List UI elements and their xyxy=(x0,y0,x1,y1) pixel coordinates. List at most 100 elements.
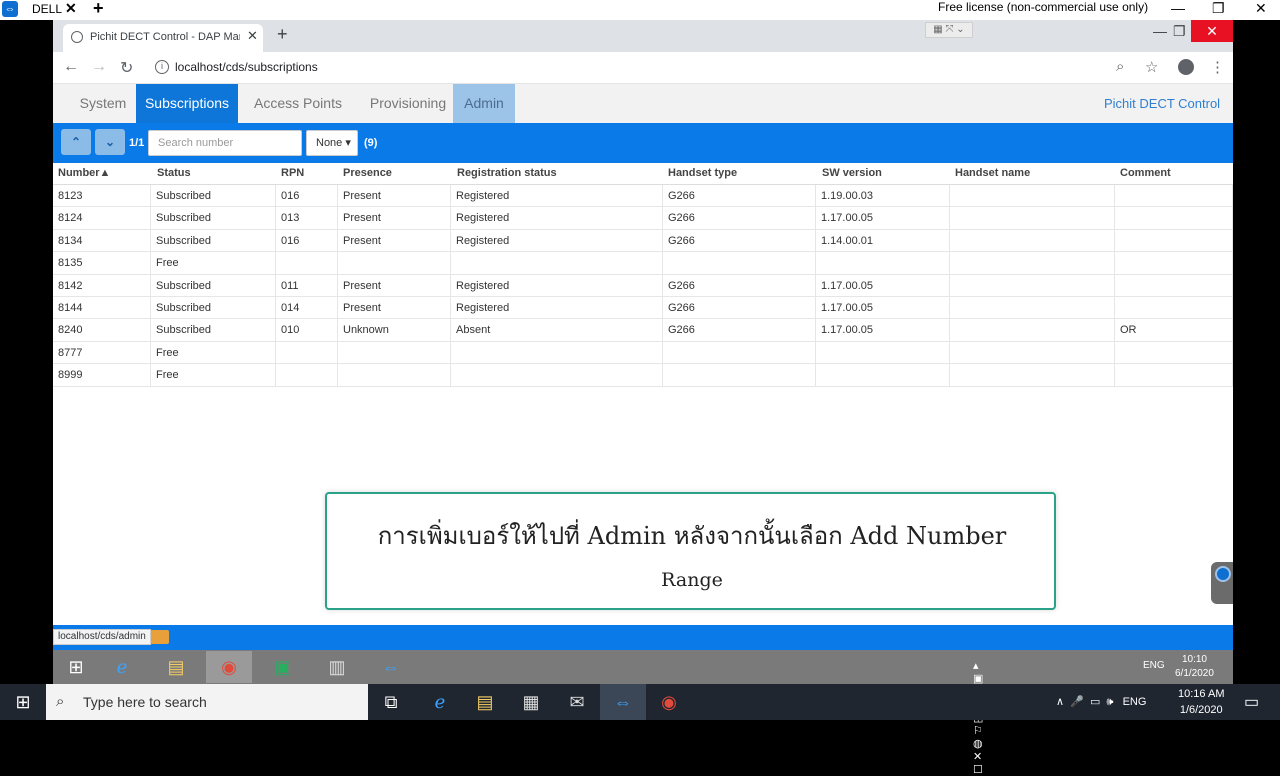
remote-panel-handle[interactable] xyxy=(1211,562,1233,604)
table-row[interactable]: 8123 Subscribed 016 Present Registered G266 1.… xyxy=(53,185,1233,208)
star-icon[interactable]: ☆ xyxy=(1145,58,1158,76)
reload-icon[interactable]: ↻ xyxy=(120,58,133,78)
globe-icon xyxy=(71,31,83,43)
table-cell: Subscribed xyxy=(151,319,276,341)
remote-toolbar-icon[interactable]: ▦ ⤧ ⌄ xyxy=(925,22,973,38)
table-cell xyxy=(1115,364,1233,386)
scroll-up-button[interactable]: ⌃ xyxy=(61,129,91,155)
table-cell: Free xyxy=(151,341,276,364)
browser-tab[interactable]: Pichit DECT Control - DAP Manag ✕ xyxy=(63,24,263,52)
tab-close-icon[interactable]: ✕ xyxy=(247,28,258,44)
browser-minimize-icon[interactable]: — xyxy=(1153,23,1167,39)
column-status[interactable]: Status xyxy=(157,167,191,179)
filter-dropdown[interactable]: None ▾ xyxy=(306,130,358,156)
column-number[interactable]: Number▲ xyxy=(58,167,110,179)
back-arrow-icon[interactable]: ← xyxy=(63,58,79,76)
lang-indicator[interactable]: ENG xyxy=(1123,696,1147,708)
table-row[interactable]: 8135 Free xyxy=(53,252,1233,275)
chrome-icon[interactable]: ◉ xyxy=(206,651,252,683)
table-cell: Free xyxy=(151,364,276,386)
table-cell xyxy=(338,252,451,274)
table-row[interactable]: 8999 Free xyxy=(53,364,1233,387)
remote-margin-left xyxy=(0,20,53,650)
profile-icon[interactable] xyxy=(1178,59,1194,75)
column-sw-version[interactable]: SW version xyxy=(822,167,882,179)
subscriptions-table: Number▲ Status RPN Presence Registration… xyxy=(53,163,1233,387)
session-tab-label[interactable]: DELL xyxy=(32,2,62,16)
app-red-icon[interactable]: ◉ xyxy=(646,684,692,720)
table-row[interactable]: 8240 Subscribed 010 Unknown Absent G266 1.17.0… xyxy=(53,319,1233,342)
table-row[interactable]: 8144 Subscribed 014 Present Registered G266 1.… xyxy=(53,296,1233,320)
table-cell xyxy=(663,341,816,364)
start-icon[interactable]: ⊞ xyxy=(53,651,99,683)
close-window-icon[interactable]: ✕ xyxy=(1255,0,1267,17)
url-field[interactable]: localhost/cds/subscriptions xyxy=(175,60,318,74)
table-cell: Subscribed xyxy=(151,207,276,229)
table-cell: 8135 xyxy=(53,252,151,274)
menu-icon[interactable]: ⋮ xyxy=(1210,58,1225,76)
minimize-icon[interactable]: — xyxy=(1171,0,1185,16)
table-row[interactable]: 8142 Subscribed 011 Present Registered G266 1.… xyxy=(53,274,1233,297)
store-icon[interactable]: ▦ xyxy=(508,684,554,720)
forward-arrow-icon[interactable]: → xyxy=(91,58,107,76)
remote-time: 10:10 xyxy=(1181,654,1207,665)
column-presence[interactable]: Presence xyxy=(343,167,392,179)
zoom-icon[interactable]: ⌕ xyxy=(1116,58,1124,75)
scroll-down-button[interactable]: ⌄ xyxy=(95,129,125,155)
excel-icon[interactable]: ▣ xyxy=(260,651,306,683)
browser-window: Pichit DECT Control - DAP Manag ✕ + ▦ ⤧ … xyxy=(53,20,1233,650)
search-number-input[interactable] xyxy=(148,130,302,156)
new-tab-icon[interactable]: + xyxy=(277,24,288,45)
new-session-icon[interactable]: + xyxy=(93,0,104,19)
windows-start-icon[interactable]: ⊞ xyxy=(0,684,46,720)
table-row[interactable]: 8124 Subscribed 013 Present Registered G266 1.… xyxy=(53,207,1233,230)
table-cell: Subscribed xyxy=(151,296,276,319)
tab-admin[interactable]: Admin xyxy=(453,84,515,123)
browser-restore-icon[interactable]: ❐ xyxy=(1173,23,1186,40)
table-cell: 8123 xyxy=(53,185,151,207)
teamviewer-icon[interactable]: ⇔ xyxy=(368,651,414,683)
table-cell xyxy=(950,274,1115,296)
column-rpn[interactable]: RPN xyxy=(281,167,304,179)
task-view-icon[interactable]: ⧉ xyxy=(368,684,414,720)
tray-icons[interactable]: ∧ 🎤 ▭ 🕪 xyxy=(1056,696,1120,708)
table-row[interactable]: 8134 Subscribed 016 Present Registered G266 1.… xyxy=(53,229,1233,253)
browser-close-icon[interactable]: ✕ xyxy=(1191,20,1233,42)
tab-provisioning[interactable]: Provisioning xyxy=(358,84,458,123)
edge-icon[interactable]: ℯ xyxy=(417,684,463,720)
app-icon[interactable]: ▥ xyxy=(314,651,360,683)
column-handset-name[interactable]: Handset name xyxy=(955,167,1030,179)
table-cell: 1.17.00.05 xyxy=(816,207,950,229)
remote-lang[interactable]: ENG xyxy=(1143,660,1165,671)
session-tab-close-icon[interactable]: ✕ xyxy=(65,0,77,17)
license-notice: Free license (non-commercial use only) xyxy=(938,0,1149,14)
brand-title[interactable]: Pichit DECT Control xyxy=(1104,84,1220,123)
table-cell xyxy=(950,364,1115,386)
tab-subscriptions[interactable]: Subscriptions xyxy=(136,84,238,123)
column-registration-status[interactable]: Registration status xyxy=(457,167,557,179)
table-cell xyxy=(950,319,1115,341)
table-cell xyxy=(338,341,451,364)
table-row[interactable]: 8777 Free xyxy=(53,341,1233,365)
tab-access-points[interactable]: Access Points xyxy=(243,84,353,123)
instruction-caption: การเพิ่มเบอร์ให้ไปที่ Admin หลังจากนั้นเ… xyxy=(325,492,1056,610)
teamviewer-icon[interactable]: ⇔ xyxy=(600,684,646,720)
folder-icon[interactable]: ▤ xyxy=(153,651,199,683)
clock-time: 10:16 AM xyxy=(1178,688,1225,700)
mail-icon[interactable]: ✉ xyxy=(554,684,600,720)
table-cell: 8999 xyxy=(53,364,151,386)
taskbar-search-box[interactable]: ⌕ Type here to search xyxy=(46,684,368,720)
remote-clock[interactable]: 10:10 6/1/2020 xyxy=(1175,653,1214,681)
clock[interactable]: 10:16 AM 1/6/2020 xyxy=(1178,686,1224,718)
restore-icon[interactable]: ❐ xyxy=(1212,0,1225,17)
column-comment[interactable]: Comment xyxy=(1120,167,1171,179)
file-explorer-icon[interactable]: ▤ xyxy=(462,684,508,720)
tab-system[interactable]: System xyxy=(63,84,143,123)
column-handset-type[interactable]: Handset type xyxy=(668,167,737,179)
table-cell xyxy=(1115,252,1233,274)
notification-icon[interactable]: ▭ xyxy=(1244,692,1259,712)
info-icon[interactable]: i xyxy=(155,60,169,74)
ie-icon[interactable]: ℯ xyxy=(99,651,145,683)
table-cell: Registered xyxy=(451,296,663,319)
table-cell xyxy=(276,252,338,274)
